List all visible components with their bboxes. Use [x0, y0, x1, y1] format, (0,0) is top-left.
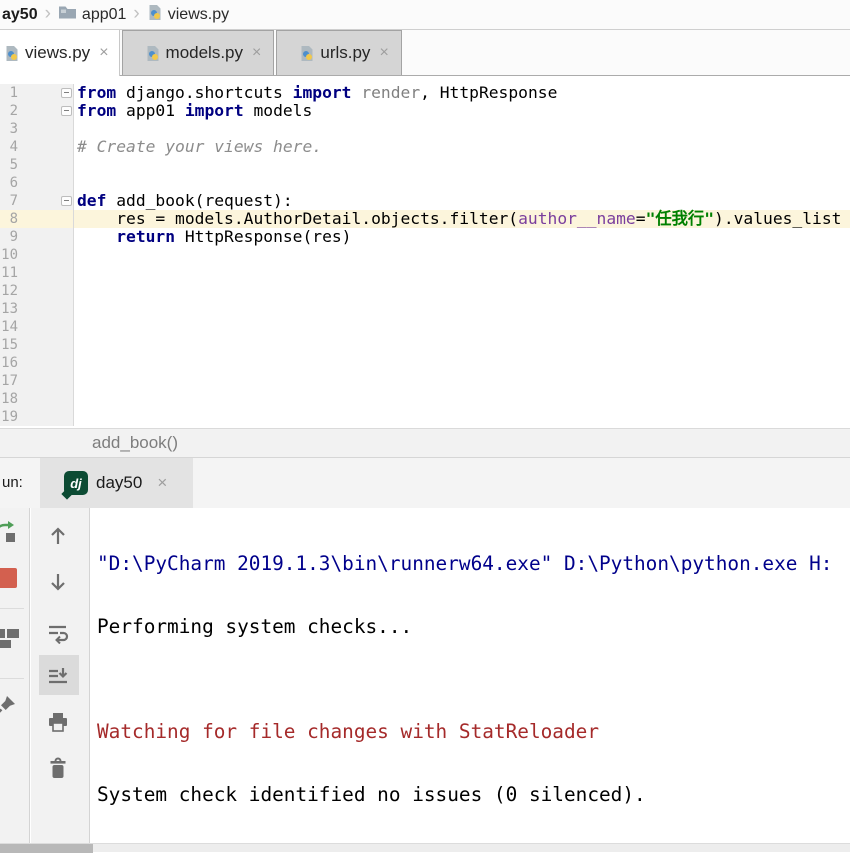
tab-label: views.py	[25, 43, 90, 63]
run-tab-day50[interactable]: dj day50 ×	[40, 458, 193, 508]
code-line: 15	[0, 336, 850, 354]
close-icon[interactable]: ×	[99, 44, 108, 62]
tab-label: urls.py	[320, 43, 370, 63]
line-number: 7	[0, 192, 18, 210]
line-number: 8	[0, 210, 18, 228]
fold-minus-icon[interactable]	[61, 88, 72, 98]
code-line: 17	[0, 372, 850, 390]
code-line: 2 from app01 import models	[0, 102, 850, 120]
console-line: "D:\PyCharm 2019.1.3\bin\runnerw64.exe" …	[97, 553, 850, 574]
python-file-icon	[4, 45, 20, 62]
print-icon[interactable]	[47, 711, 69, 738]
line-number: 10	[0, 246, 18, 264]
code-line: 9 return HttpResponse(res)	[0, 228, 850, 246]
down-arrow-icon[interactable]	[47, 571, 69, 598]
run-toolwindow-header: un: dj day50 ×	[0, 458, 850, 508]
code-line: 1 from django.shortcuts import render, H…	[0, 84, 850, 102]
code-line: 18	[0, 390, 850, 408]
soft-wrap-icon[interactable]	[47, 622, 69, 649]
toolbar-separator	[0, 678, 24, 679]
breadcrumb-folder[interactable]: app01	[58, 5, 127, 24]
trash-icon[interactable]	[47, 757, 69, 784]
horizontal-scrollbar[interactable]	[0, 843, 850, 852]
console-output[interactable]: "D:\PyCharm 2019.1.3\bin\runnerw64.exe" …	[91, 508, 850, 843]
code-line: 10	[0, 246, 850, 264]
line-number: 19	[0, 408, 18, 426]
code-line: 6	[0, 174, 850, 192]
code-line: 7 def add_book(request):	[0, 192, 850, 210]
close-icon[interactable]: ×	[252, 44, 261, 62]
console-line: System check identified no issues (0 sil…	[97, 784, 850, 805]
toolbar-separator	[0, 608, 24, 609]
console-line: Performing system checks...	[97, 616, 850, 637]
code-line: 14	[0, 318, 850, 336]
code-line: 11	[0, 264, 850, 282]
code-line: 5	[0, 156, 850, 174]
code-line: 3	[0, 120, 850, 138]
editor-tab-bar: views.py × models.py × urls.py ×	[0, 30, 850, 76]
python-file-icon	[145, 45, 161, 62]
fold-minus-icon[interactable]	[61, 196, 72, 206]
close-icon[interactable]: ×	[379, 44, 388, 62]
line-number: 18	[0, 390, 18, 408]
console-line: Watching for file changes with StatReloa…	[97, 721, 850, 742]
line-number: 3	[0, 120, 18, 138]
run-label: un:	[2, 458, 23, 508]
line-number: 11	[0, 264, 18, 282]
scroll-to-end-icon[interactable]	[47, 666, 69, 693]
line-number: 15	[0, 336, 18, 354]
line-number: 16	[0, 354, 18, 372]
tab-label: models.py	[166, 43, 243, 63]
tab-views-py[interactable]: views.py ×	[0, 30, 120, 76]
pin-icon[interactable]	[0, 694, 17, 723]
breadcrumb-project[interactable]: ay50	[2, 6, 38, 24]
console-toolbar	[31, 508, 90, 843]
chevron-right-icon: ›	[38, 3, 58, 27]
line-number: 12	[0, 282, 18, 300]
line-number: 6	[0, 174, 18, 192]
code-line: 12	[0, 282, 850, 300]
stop-icon[interactable]	[0, 568, 17, 588]
code-editor[interactable]: 1 from django.shortcuts import render, H…	[0, 76, 850, 428]
line-number: 5	[0, 156, 18, 174]
run-panel-left-toolbar	[0, 508, 30, 843]
tab-urls-py[interactable]: urls.py ×	[276, 30, 401, 75]
line-number: 4	[0, 138, 18, 156]
line-number: 9	[0, 228, 18, 246]
code-line: 4 # Create your views here.	[0, 138, 850, 156]
python-file-icon	[299, 45, 315, 62]
line-number: 13	[0, 300, 18, 318]
line-number: 1	[0, 84, 18, 102]
up-arrow-icon[interactable]	[47, 525, 69, 552]
chevron-right-icon: ›	[126, 3, 146, 27]
editor-breadcrumb-bar: add_book()	[0, 428, 850, 458]
line-number: 2	[0, 102, 18, 120]
rerun-icon[interactable]	[0, 520, 17, 549]
python-file-icon	[147, 4, 163, 26]
line-number: 17	[0, 372, 18, 390]
code-line: 19	[0, 408, 850, 426]
line-number: 14	[0, 318, 18, 336]
restore-layout-icon[interactable]	[0, 627, 21, 654]
fold-minus-icon[interactable]	[61, 106, 72, 116]
breadcrumb: ay50 › app01 › views.py	[0, 0, 850, 30]
code-line: 13	[0, 300, 850, 318]
code-line-current: 8 res = models.AuthorDetail.objects.filt…	[0, 210, 850, 228]
close-icon[interactable]: ×	[157, 473, 167, 493]
current-function-breadcrumb[interactable]: add_book()	[92, 429, 178, 457]
django-dj-icon: dj	[64, 471, 88, 495]
breadcrumb-file[interactable]: views.py	[147, 4, 229, 26]
tab-models-py[interactable]: models.py ×	[122, 30, 275, 75]
code-line: 16	[0, 354, 850, 372]
folder-icon	[58, 5, 77, 24]
run-tab-label: day50	[96, 473, 142, 493]
